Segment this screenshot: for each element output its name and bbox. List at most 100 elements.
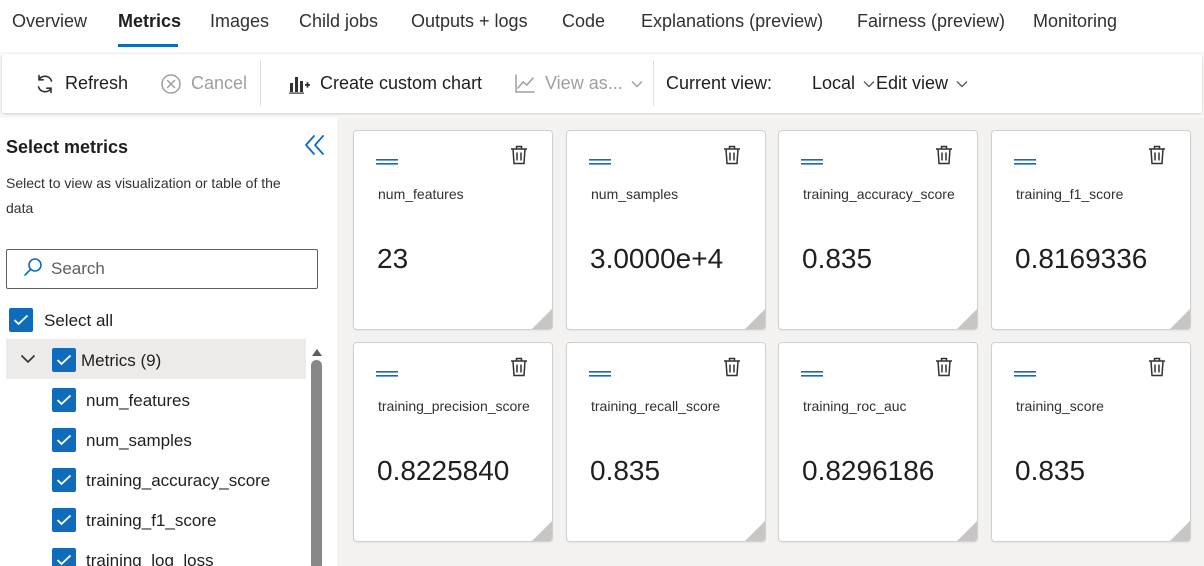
tab-images[interactable]: Images bbox=[210, 11, 269, 32]
current-view-value: Local bbox=[812, 73, 856, 93]
drag-handle-icon[interactable] bbox=[589, 365, 611, 383]
search-input[interactable] bbox=[51, 259, 301, 279]
trash-icon[interactable] bbox=[723, 145, 741, 170]
metric-card-value: 0.835 bbox=[590, 455, 661, 486]
chevron-down-icon bbox=[863, 80, 875, 88]
metric-card[interactable]: num_features 23 bbox=[353, 130, 553, 330]
resize-handle[interactable] bbox=[532, 309, 552, 329]
metric-card-name: training_recall_score bbox=[591, 398, 721, 414]
cancel-icon bbox=[160, 73, 182, 95]
trash-icon[interactable] bbox=[723, 357, 741, 382]
resize-handle[interactable] bbox=[957, 521, 977, 541]
metric-item-label: num_features bbox=[86, 391, 190, 410]
resize-handle[interactable] bbox=[532, 521, 552, 541]
refresh-label: Refresh bbox=[65, 73, 129, 93]
tab-explanations[interactable]: Explanations (preview) bbox=[641, 11, 823, 32]
toolbar-divider bbox=[260, 60, 261, 106]
trash-icon[interactable] bbox=[1148, 145, 1166, 170]
edit-view-dropdown[interactable]: Edit view bbox=[876, 54, 968, 113]
resize-handle[interactable] bbox=[745, 309, 765, 329]
metric-card-name: training_accuracy_score bbox=[803, 186, 955, 202]
trash-icon[interactable] bbox=[1148, 357, 1166, 382]
sidebar-description: Select to view as visualization or table… bbox=[6, 175, 281, 216]
metric-card-value: 0.835 bbox=[1015, 455, 1086, 486]
sidebar-scrollbar[interactable] bbox=[311, 344, 322, 566]
drag-handle-icon[interactable] bbox=[801, 153, 823, 171]
drag-handle-icon[interactable] bbox=[376, 365, 398, 383]
resize-handle[interactable] bbox=[745, 521, 765, 541]
drag-handle-icon[interactable] bbox=[801, 365, 823, 383]
refresh-icon bbox=[34, 73, 56, 95]
metric-checkbox[interactable] bbox=[52, 468, 76, 492]
trash-icon[interactable] bbox=[935, 357, 953, 382]
metric-item-label: num_samples bbox=[86, 431, 192, 450]
trash-icon[interactable] bbox=[935, 145, 953, 170]
current-view-dropdown[interactable]: Local bbox=[812, 54, 875, 113]
drag-handle-icon[interactable] bbox=[589, 153, 611, 171]
cancel-button[interactable]: Cancel bbox=[160, 54, 247, 113]
metric-checkbox[interactable] bbox=[52, 508, 76, 532]
sidebar-title: Select metrics bbox=[6, 137, 129, 157]
metric-card-name: training_roc_auc bbox=[803, 398, 907, 414]
metric-card-name: num_samples bbox=[591, 186, 679, 202]
metric-checkbox[interactable] bbox=[52, 388, 76, 412]
drag-handle-icon[interactable] bbox=[376, 153, 398, 171]
tab-child-jobs[interactable]: Child jobs bbox=[299, 11, 378, 32]
view-as-button[interactable]: View as... bbox=[514, 54, 643, 113]
double-chevron-left-icon[interactable] bbox=[303, 134, 327, 161]
drag-handle-icon[interactable] bbox=[1014, 153, 1036, 171]
refresh-button[interactable]: Refresh bbox=[34, 54, 128, 113]
tab-fairness[interactable]: Fairness (preview) bbox=[857, 11, 1005, 32]
metric-checkbox[interactable] bbox=[52, 428, 76, 452]
edit-view-label: Edit view bbox=[876, 73, 949, 93]
chevron-down-icon[interactable] bbox=[20, 351, 36, 369]
metric-card[interactable]: training_precision_score 0.8225840 bbox=[353, 342, 553, 542]
resize-handle[interactable] bbox=[957, 309, 977, 329]
create-custom-chart-label: Create custom chart bbox=[320, 73, 483, 93]
tab-outputs-logs[interactable]: Outputs + logs bbox=[411, 11, 528, 32]
metrics-group-label: Metrics (9) bbox=[81, 351, 162, 370]
metric-card-value: 23 bbox=[377, 243, 409, 274]
select-all-label: Select all bbox=[44, 311, 113, 330]
chevron-down-icon bbox=[631, 80, 643, 88]
metric-card-value: 0.8225840 bbox=[377, 455, 510, 486]
toolbar-divider bbox=[653, 60, 654, 106]
metric-card-name: num_features bbox=[378, 186, 464, 202]
current-view-label: Current view: bbox=[666, 73, 773, 93]
tab-bar: Overview Metrics Images Child jobs Outpu… bbox=[0, 0, 1204, 52]
metric-card[interactable]: training_roc_auc 0.8296186 bbox=[778, 342, 978, 542]
command-bar: Refresh Cancel Create custom chart View … bbox=[2, 54, 1202, 113]
metrics-group-checkbox[interactable] bbox=[52, 348, 76, 372]
search-icon bbox=[23, 257, 43, 282]
metric-item-label: training_accuracy_score bbox=[86, 471, 271, 490]
metric-card[interactable]: training_f1_score 0.8169336 bbox=[991, 130, 1191, 330]
resize-handle[interactable] bbox=[1170, 521, 1190, 541]
view-as-label: View as... bbox=[545, 73, 623, 93]
chevron-down-icon bbox=[956, 80, 968, 88]
trash-icon[interactable] bbox=[510, 145, 528, 170]
trash-icon[interactable] bbox=[510, 357, 528, 382]
select-all-checkbox[interactable] bbox=[9, 308, 33, 332]
create-custom-chart-button[interactable]: Create custom chart bbox=[289, 54, 482, 113]
scrollbar-thumb[interactable] bbox=[311, 360, 322, 566]
metric-card[interactable]: num_samples 3.0000e+4 bbox=[566, 130, 766, 330]
tab-metrics[interactable]: Metrics bbox=[118, 11, 181, 32]
metric-card-value: 0.8296186 bbox=[802, 455, 935, 486]
tab-monitoring[interactable]: Monitoring bbox=[1033, 11, 1117, 32]
metric-card-value: 3.0000e+4 bbox=[590, 243, 724, 274]
line-chart-icon bbox=[514, 73, 536, 95]
resize-handle[interactable] bbox=[1170, 309, 1190, 329]
metric-card[interactable]: training_accuracy_score 0.835 bbox=[778, 130, 978, 330]
tab-overview[interactable]: Overview bbox=[12, 11, 87, 32]
metric-card[interactable]: training_score 0.835 bbox=[991, 342, 1191, 542]
tab-code[interactable]: Code bbox=[562, 11, 605, 32]
drag-handle-icon[interactable] bbox=[1014, 365, 1036, 383]
cancel-label: Cancel bbox=[191, 73, 248, 93]
metric-card-name: training_score bbox=[1016, 398, 1104, 414]
metric-card-name: training_precision_score bbox=[378, 398, 530, 414]
metric-checkbox[interactable] bbox=[52, 548, 76, 566]
metric-card[interactable]: training_recall_score 0.835 bbox=[566, 342, 766, 542]
metric-card-name: training_f1_score bbox=[1016, 186, 1124, 202]
metric-item-label: training_log_loss bbox=[86, 551, 214, 566]
search-box bbox=[6, 249, 318, 289]
